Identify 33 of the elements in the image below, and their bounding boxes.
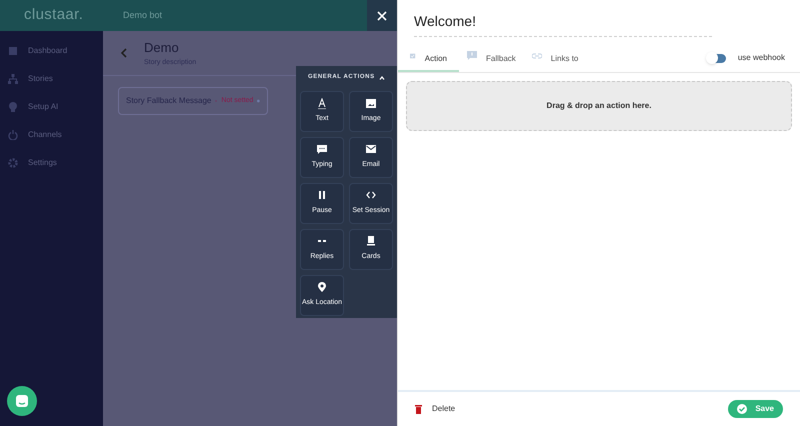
webhook-label: use webhook <box>738 52 785 64</box>
trash-icon[interactable] <box>415 404 422 414</box>
tab[interactable]: Links to <box>524 51 586 72</box>
pause-icon <box>317 190 327 202</box>
check-circle-icon <box>737 404 748 414</box>
tab[interactable]: Action <box>398 51 459 72</box>
drop-zone[interactable]: Drag & drop an action here. <box>406 81 792 131</box>
logo: clustaar. <box>23 5 84 26</box>
location-pin-icon <box>317 282 327 294</box>
image-icon <box>366 98 376 110</box>
close-button[interactable] <box>367 0 397 31</box>
chat-bubble-icon <box>317 144 327 156</box>
sidebar-icon <box>8 130 18 140</box>
info-icon <box>257 97 260 105</box>
envelope-icon <box>366 144 376 156</box>
collapse-icon[interactable] <box>379 76 385 80</box>
close-icon <box>377 10 387 20</box>
chat-icon <box>15 394 29 408</box>
tab[interactable]: Fallback <box>459 51 524 72</box>
sidebar-icon <box>8 74 18 84</box>
card-icon <box>366 236 376 248</box>
story-name-field[interactable]: Welcome! <box>414 11 712 37</box>
alert-bubble-icon <box>467 51 477 61</box>
delete-link[interactable]: Delete <box>432 403 456 415</box>
sidebar-icon <box>8 46 18 56</box>
bot-name: Demo bot <box>123 8 162 22</box>
sidebar-icon <box>8 158 18 168</box>
webhook-toggle[interactable] <box>708 54 726 62</box>
text-format-icon <box>317 98 327 110</box>
story-title: Demo <box>144 39 180 57</box>
link-icon <box>532 51 542 61</box>
sidebar-icon <box>8 102 18 112</box>
checklist-icon <box>410 51 416 61</box>
